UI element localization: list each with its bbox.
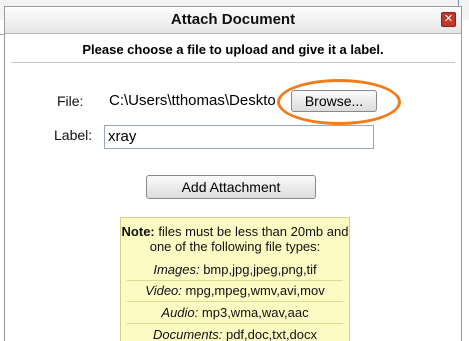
file-type-images: Images: bmp,jpg,jpeg,png,tif <box>121 261 349 279</box>
dialog-title: Attach Document <box>170 11 296 28</box>
file-path-field[interactable]: C:\Users\tthomas\Deskto <box>109 90 289 112</box>
file-type-name: Audio: <box>161 305 199 320</box>
add-attachment-button[interactable]: Add Attachment <box>146 175 316 199</box>
file-type-name: Documents: <box>152 327 223 341</box>
file-type-video: Video: mpg,mpeg,wmv,avi,mov <box>121 282 349 300</box>
close-button[interactable]: ✕ <box>441 12 456 27</box>
file-type-name: Video: <box>145 283 182 298</box>
note-box: Note: files must be less than 20mb and o… <box>120 217 350 341</box>
dialog-titlebar: Attach Document ✕ <box>5 7 461 34</box>
file-path-text-end: to <box>263 92 276 109</box>
file-type-extensions: pdf,doc,txt,docx <box>225 327 318 341</box>
attach-document-dialog: Attach Document ✕ Please choose a file t… <box>4 6 462 341</box>
instructions-separator <box>11 62 455 63</box>
file-type-documents: Documents: pdf,doc,txt,docx <box>121 326 349 341</box>
note-prefix: Note: <box>121 224 155 239</box>
file-label: File: <box>57 93 84 109</box>
note-row-divider <box>127 280 343 281</box>
note-row-divider <box>127 301 343 302</box>
file-type-extensions: mp3,wma,wav,aac <box>201 305 309 320</box>
instructions-text: Please choose a file to upload and give … <box>82 42 384 57</box>
file-type-extensions: bmp,jpg,jpeg,png,tif <box>203 262 317 277</box>
close-icon: ✕ <box>443 13 454 25</box>
note-header: Note: files must be less than 20mb and o… <box>121 224 349 254</box>
note-text: files must be less than 20mb and one of … <box>149 224 349 254</box>
note-row-divider <box>127 323 343 324</box>
file-type-audio: Audio: mp3,wma,wav,aac <box>121 304 349 322</box>
page: Attach Document ✕ Please choose a file t… <box>0 0 469 341</box>
file-type-extensions: mpg,mpeg,wmv,avi,mov <box>185 283 325 298</box>
label-label: Label: <box>54 127 93 143</box>
browse-button[interactable]: Browse... <box>291 90 377 112</box>
file-path-text: C:\Users\tthomas\Desk <box>109 92 264 109</box>
label-input[interactable]: xray <box>104 125 374 149</box>
file-type-name: Images: <box>153 262 200 277</box>
